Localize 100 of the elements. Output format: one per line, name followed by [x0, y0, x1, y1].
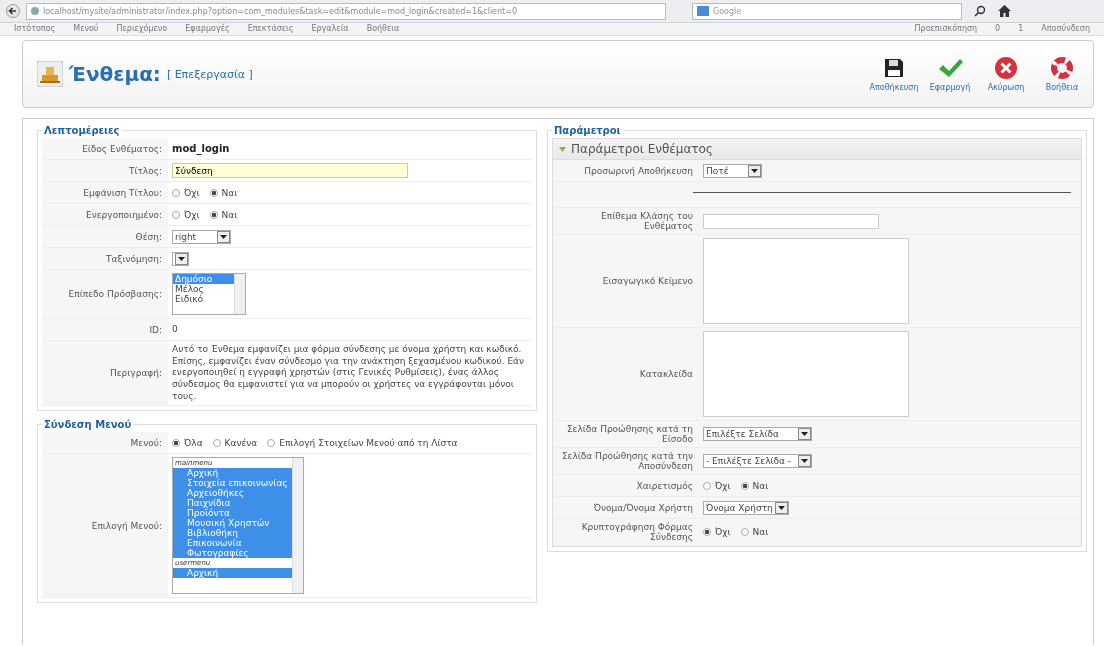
list-option[interactable]: Μέλος	[173, 284, 234, 294]
radio-button[interactable]	[172, 210, 180, 219]
text-input[interactable]	[703, 213, 879, 229]
dropdown[interactable]: right	[172, 229, 231, 244]
dropdown[interactable]: Όνομα Χρήστη	[703, 500, 789, 515]
address-bar[interactable]: localhost/mysite/administrator/index.php?option=com_modules&task=edit&module=mod_login&created=1&client=0	[26, 2, 666, 20]
checkmark-icon	[937, 56, 963, 80]
list-option[interactable]: Αρχική	[173, 468, 292, 479]
status-link[interactable]: 0	[995, 23, 1001, 35]
radio-button[interactable]	[740, 481, 749, 490]
page-subtitle: [ Επεξεργασία ]	[166, 67, 253, 81]
field-label: Ενεργοποιημένο:	[86, 209, 162, 220]
scrollbar[interactable]	[234, 274, 245, 314]
module-icon	[37, 61, 63, 87]
list-option[interactable]: Αρχειοθήκες	[173, 488, 292, 499]
radio-label: Ναι	[752, 527, 769, 537]
field-value: mod_login	[172, 142, 230, 155]
status-link[interactable]: Προεπισκόπηση	[914, 23, 978, 35]
radio-button[interactable]	[212, 438, 221, 447]
field-label: Χαιρετισμός	[636, 480, 693, 491]
radio-button[interactable]	[703, 481, 711, 490]
list-option[interactable]: Αρχική	[173, 568, 292, 579]
radio-label: Όχι	[184, 187, 200, 198]
radio-label: Επιλογή Στοιχείων Μενού από τη Λίστα	[279, 437, 458, 448]
menu-item[interactable]: Μενού	[73, 23, 99, 35]
accordion-header[interactable]: Παράμετροι Ενθέματος	[553, 139, 1081, 160]
field-label: Μενού:	[130, 437, 162, 448]
list-option[interactable]: Προϊόντα	[173, 508, 292, 519]
field-label: Εισαγωγικό Κείμενο	[602, 276, 693, 286]
list-box[interactable]: Δημόσιο Μέλος Ειδικό	[172, 273, 246, 315]
field-label: Όνομα/Όνομα Χρήστη	[593, 502, 693, 513]
search-field[interactable]: Google	[692, 2, 962, 20]
toolbar-button[interactable]: Βοήθεια	[1037, 56, 1087, 92]
toolbar-button[interactable]: Εφαρμογή	[925, 56, 975, 92]
radio-label: Ναι	[221, 209, 238, 220]
search-engine-icon	[697, 6, 709, 16]
list-option[interactable]: Μουσική Χρηστών	[173, 518, 292, 529]
radio-label: Ναι	[752, 480, 769, 491]
globe-icon	[31, 7, 39, 15]
field-label: Προσωρινή Αποθήκευση	[584, 165, 693, 176]
radio-button[interactable]	[267, 438, 276, 447]
field-label: Εμφάνιση Τίτλου:	[83, 187, 162, 198]
field-label: Σελίδα Προώθησης κατά τη Είσοδο	[565, 424, 693, 444]
field-label: Επίθεμα Κλάσης του Ενθέματος	[600, 211, 693, 231]
status-link[interactable]: Αποσύνδεση	[1041, 23, 1090, 35]
back-icon[interactable]	[6, 4, 20, 18]
field-label: Θέση:	[135, 231, 162, 242]
list-option[interactable]: Στοιχεία επικοινωνίας	[173, 478, 292, 489]
search-icon[interactable]	[974, 5, 986, 17]
menu-item[interactable]: Βοήθεια	[366, 23, 400, 35]
dropdown[interactable]: Ποτέ	[703, 163, 762, 178]
menu-item[interactable]: Περιεχόμενο	[116, 23, 168, 35]
list-option[interactable]: Παιχνίδια	[173, 498, 292, 509]
field-value: 0	[172, 323, 178, 336]
radio-label: Ναι	[221, 187, 238, 198]
radio-button[interactable]	[703, 528, 711, 536]
radio-label: Όχι	[715, 480, 731, 491]
radio-label: Όλα	[184, 437, 203, 448]
radio-button[interactable]	[209, 210, 218, 219]
field-label: Κατακλείδα	[639, 369, 693, 379]
text-input[interactable]: Σύνδεση	[172, 163, 408, 178]
field-label: Τίτλος:	[128, 165, 162, 176]
list-option[interactable]: Δημόσιο	[173, 274, 234, 284]
toolbar-button[interactable]: Ακύρωση	[981, 56, 1031, 92]
dropdown[interactable]: Επιλέξτε Σελίδα	[703, 427, 812, 441]
field-label: Επιλογή Μενού:	[91, 520, 162, 531]
field-label: Επίπεδο Πρόσβασης:	[68, 289, 162, 299]
list-option[interactable]: Ειδικό	[173, 294, 234, 304]
expand-arrow-icon	[559, 146, 566, 152]
field-label: Σελίδα Προώθησης κατά την Αποσύνδεση	[560, 451, 693, 471]
list-option[interactable]: Βιβλιοθήκη	[173, 528, 292, 539]
page-title: Ένθεμα:	[69, 62, 161, 86]
panel-heading: Παράμετροι	[553, 125, 622, 136]
cancel-icon	[994, 56, 1018, 80]
radio-button[interactable]	[172, 188, 180, 197]
home-icon[interactable]	[998, 5, 1011, 17]
toolbar-button[interactable]: Αποθήκευση	[869, 56, 919, 92]
field-label: ID:	[149, 324, 162, 335]
radio-button[interactable]	[172, 438, 180, 447]
dropdown[interactable]: - Επιλέξτε Σελίδα -	[703, 454, 812, 468]
panel-heading: Λεπτομέρειες	[43, 125, 121, 136]
field-label: Κρυπτογράφηση Φόρμας Σύνδεσης	[580, 522, 693, 542]
list-option[interactable]: Επικοινωνία	[173, 538, 292, 549]
menu-item[interactable]: Επεκτάσεις	[247, 23, 294, 35]
field-label: Ταξινόμηση:	[106, 253, 162, 264]
life-ring-icon	[1050, 56, 1074, 80]
field-label: Περιγραφή:	[109, 368, 162, 379]
menu-item[interactable]: Εργαλεία	[311, 23, 349, 35]
radio-label: Όχι	[184, 209, 200, 220]
radio-label: Όχι	[715, 527, 731, 537]
radio-button[interactable]	[740, 528, 749, 536]
status-link[interactable]: 1	[1018, 23, 1024, 35]
panel-heading: Σύνδεση Μενού	[43, 419, 133, 431]
menu-item[interactable]: Εφαρμογές	[185, 23, 230, 35]
radio-button[interactable]	[209, 188, 218, 197]
scrollbar[interactable]	[292, 458, 303, 594]
field-value: Αυτό το Ένθεμα εμφανίζει μια φόρμα σύνδεσης με όνομα χρήστη και κωδικό. Επίσης, εμφανίζει έναν σύνδεσμο για την ανάκτηση ξεχασμένου κωδικού. Εάν ενεργοποιηθεί η εγγραφή χρηστών (στις Γενικές Ρυθμίσεις), ένας άλλος σύνδεσμος θα εμφανιστεί για να μπορούν οι χρήστες να εγγράφονται μόνοι τους.	[172, 344, 526, 403]
menu-item[interactable]: Ιστότοπος	[14, 23, 56, 35]
radio-label: Κανένα	[224, 437, 258, 448]
list-option[interactable]: Φωτογραφίες	[173, 548, 292, 559]
